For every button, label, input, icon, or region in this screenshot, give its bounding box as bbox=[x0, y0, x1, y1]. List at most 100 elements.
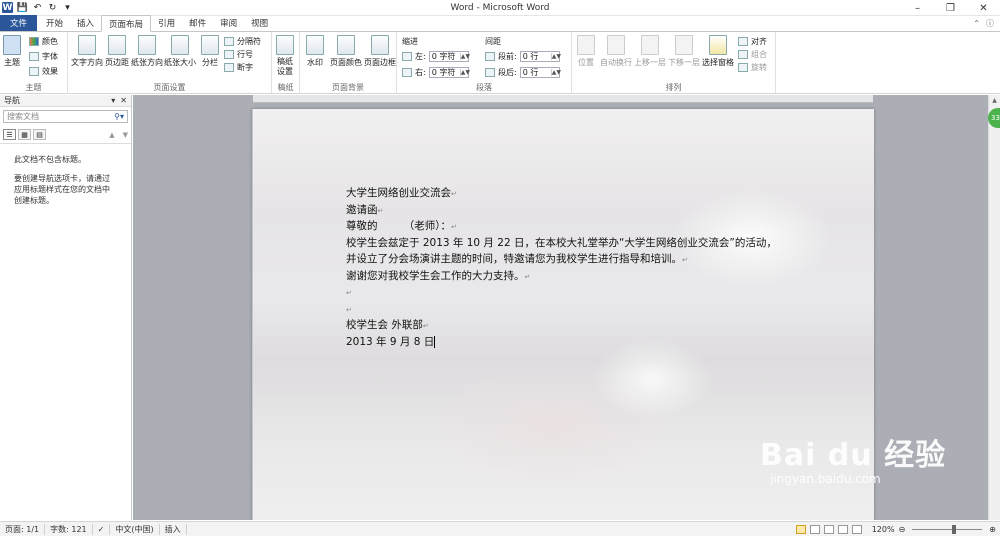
nav-prev-icon[interactable]: ▲ bbox=[109, 131, 114, 139]
page-borders-button[interactable]: 页面边框 bbox=[364, 35, 396, 68]
columns-button[interactable]: 分栏 bbox=[201, 35, 219, 68]
undo-icon[interactable]: ↶ bbox=[32, 2, 43, 13]
doc-line[interactable]: 谢谢您对我校学生会工作的大力支持。↵ bbox=[346, 268, 777, 285]
close-button[interactable]: ✕ bbox=[967, 0, 1000, 16]
word-logo-icon[interactable]: W bbox=[2, 2, 13, 13]
search-icon[interactable]: ⚲▾ bbox=[114, 112, 124, 121]
scroll-up-icon[interactable]: ▲ bbox=[989, 95, 1000, 105]
outline-view-icon[interactable] bbox=[837, 524, 848, 534]
send-backward-icon bbox=[675, 35, 693, 55]
zoom-in-icon[interactable]: ⊕ bbox=[989, 525, 996, 534]
nav-search-input[interactable]: 搜索文档 ⚲▾ bbox=[3, 110, 128, 123]
tab-mailings[interactable]: 邮件 bbox=[182, 15, 213, 31]
spacing-after-row: 段后: 0 行 ▲▼ bbox=[485, 66, 561, 78]
zoom-level[interactable]: 120% bbox=[872, 525, 895, 534]
doc-line[interactable]: 尊敬的 （老师）：↵ bbox=[346, 218, 777, 235]
document-text[interactable]: 大学生网络创业交流会↵ 邀请函↵ 尊敬的 （老师）：↵ 校学生会兹定于 2013… bbox=[346, 185, 777, 350]
theme-button[interactable]: 主题 bbox=[3, 35, 21, 68]
wrap-text-button[interactable]: 自动换行 bbox=[600, 35, 632, 68]
spacing-heading: 间距 bbox=[485, 36, 501, 46]
text-direction-button[interactable]: 文字方向 bbox=[71, 35, 103, 68]
page-count[interactable]: 页面: 1/1 bbox=[0, 523, 46, 535]
hyphenation-icon bbox=[224, 62, 234, 72]
draft-paper-icon bbox=[276, 35, 294, 55]
spinner-arrows-icon[interactable]: ▲▼ bbox=[459, 52, 470, 60]
zoom-slider[interactable] bbox=[912, 524, 983, 534]
watermark-button[interactable]: 水印 bbox=[306, 35, 324, 68]
nav-close-icon[interactable]: ✕ bbox=[120, 96, 127, 105]
indent-right-spinner[interactable]: 0 字符 ▲▼ bbox=[428, 66, 470, 78]
nav-options-icon[interactable]: ▾ bbox=[111, 96, 115, 105]
align-button[interactable]: 对齐 bbox=[738, 35, 767, 47]
tab-view[interactable]: 视图 bbox=[244, 15, 275, 31]
navigation-pane: 导航 ▾ ✕ 搜索文档 ⚲▾ ☰ ▦ ▤ ▲ ▼ 此文档不包含标题。 要创建导航选… bbox=[0, 95, 132, 520]
breaks-button[interactable]: 分隔符 bbox=[224, 35, 261, 47]
doc-line[interactable]: 2013 年 9 月 8 日 bbox=[346, 334, 777, 351]
spinner-arrows-icon[interactable]: ▲▼ bbox=[550, 68, 561, 76]
nav-pages-tab-icon[interactable]: ▦ bbox=[18, 129, 31, 140]
ruler[interactable] bbox=[253, 95, 873, 103]
minimize-button[interactable]: – bbox=[901, 0, 934, 16]
customize-qa-icon[interactable]: ▾ bbox=[62, 2, 73, 13]
line-numbers-button[interactable]: 行号 bbox=[224, 48, 253, 60]
nav-results-tab-icon[interactable]: ▤ bbox=[33, 129, 46, 140]
watermark-icon bbox=[306, 35, 324, 55]
page-color-button[interactable]: 页面颜色 bbox=[330, 35, 362, 68]
paragraph-mark-icon: ↵ bbox=[524, 272, 531, 281]
vertical-scrollbar[interactable]: ▲ bbox=[988, 95, 1000, 520]
group-objects-button[interactable]: 组合 bbox=[738, 48, 767, 60]
bring-forward-icon bbox=[641, 35, 659, 55]
help-icon[interactable]: ⓘ bbox=[986, 18, 994, 29]
orientation-button[interactable]: 纸张方向 bbox=[131, 35, 163, 68]
spacing-after-spinner[interactable]: 0 行 ▲▼ bbox=[519, 66, 561, 78]
align-icon bbox=[738, 36, 748, 46]
doc-line[interactable]: ↵ bbox=[346, 301, 777, 318]
page-color-icon bbox=[337, 35, 355, 55]
maximize-button[interactable]: ❐ bbox=[934, 0, 967, 16]
paragraph-mark-icon: ↵ bbox=[422, 322, 429, 330]
send-backward-button[interactable]: 下移一层 bbox=[668, 35, 700, 68]
spacing-before-spinner[interactable]: 0 行 ▲▼ bbox=[519, 50, 561, 62]
spinner-arrows-icon[interactable]: ▲▼ bbox=[550, 52, 561, 60]
doc-line[interactable]: 校学生会兹定于 2013 年 10 月 22 日，在本校大礼堂举办“大学生网络创… bbox=[346, 235, 777, 252]
size-button[interactable]: 纸张大小 bbox=[164, 35, 196, 68]
margins-button[interactable]: 页边距 bbox=[105, 35, 129, 68]
tab-page-layout[interactable]: 页面布局 bbox=[101, 15, 152, 32]
word-count[interactable]: 字数: 121 bbox=[45, 523, 93, 535]
rotate-button[interactable]: 旋转 bbox=[738, 61, 767, 73]
selection-pane-button[interactable]: 选择窗格 bbox=[702, 35, 734, 68]
bring-forward-button[interactable]: 上移一层 bbox=[634, 35, 666, 68]
doc-line[interactable]: 邀请函↵ bbox=[346, 202, 777, 219]
spinner-arrows-icon[interactable]: ▲▼ bbox=[459, 68, 470, 76]
nav-headings-tab-icon[interactable]: ☰ bbox=[3, 129, 16, 140]
doc-line[interactable]: ↵ bbox=[346, 284, 777, 301]
doc-line[interactable]: 大学生网络创业交流会↵ bbox=[346, 185, 777, 202]
tab-insert[interactable]: 插入 bbox=[70, 15, 101, 31]
nav-next-icon[interactable]: ▼ bbox=[123, 131, 128, 139]
doc-line[interactable]: 并设立了分会场演讲主题的时间，特邀请您为我校学生进行指导和培训。↵ bbox=[346, 251, 777, 268]
indent-left-spinner[interactable]: 0 字符 ▲▼ bbox=[428, 50, 470, 62]
tab-references[interactable]: 引用 bbox=[151, 15, 182, 31]
zoom-slider-thumb[interactable] bbox=[952, 524, 957, 534]
doc-line[interactable]: 校学生会 外联部↵ bbox=[346, 317, 777, 334]
save-icon[interactable]: 💾 bbox=[17, 2, 28, 13]
fonts-button[interactable]: 字体 bbox=[29, 50, 58, 62]
zoom-out-icon[interactable]: ⊖ bbox=[899, 525, 906, 534]
draft-view-icon[interactable] bbox=[851, 524, 862, 534]
colors-button[interactable]: 颜色 bbox=[29, 35, 58, 47]
redo-icon[interactable]: ↻ bbox=[47, 2, 58, 13]
language[interactable]: 中文(中国) bbox=[110, 523, 160, 535]
tab-home[interactable]: 开始 bbox=[39, 15, 70, 31]
effects-button[interactable]: 效果 bbox=[29, 65, 58, 77]
hyphenation-button[interactable]: 断字 bbox=[224, 61, 253, 73]
tab-file[interactable]: 文件 bbox=[0, 15, 38, 31]
insert-mode[interactable]: 插入 bbox=[160, 523, 187, 535]
proofing-icon[interactable]: ✓ bbox=[93, 523, 111, 535]
position-button[interactable]: 位置 bbox=[577, 35, 595, 68]
full-screen-view-icon[interactable] bbox=[809, 524, 820, 534]
draft-paper-button[interactable]: 稿纸 设置 bbox=[276, 35, 294, 77]
tab-review[interactable]: 审阅 bbox=[213, 15, 244, 31]
print-layout-view-icon[interactable] bbox=[795, 524, 806, 534]
web-layout-view-icon[interactable] bbox=[823, 524, 834, 534]
minimize-ribbon-icon[interactable]: ⌃ bbox=[973, 19, 980, 28]
